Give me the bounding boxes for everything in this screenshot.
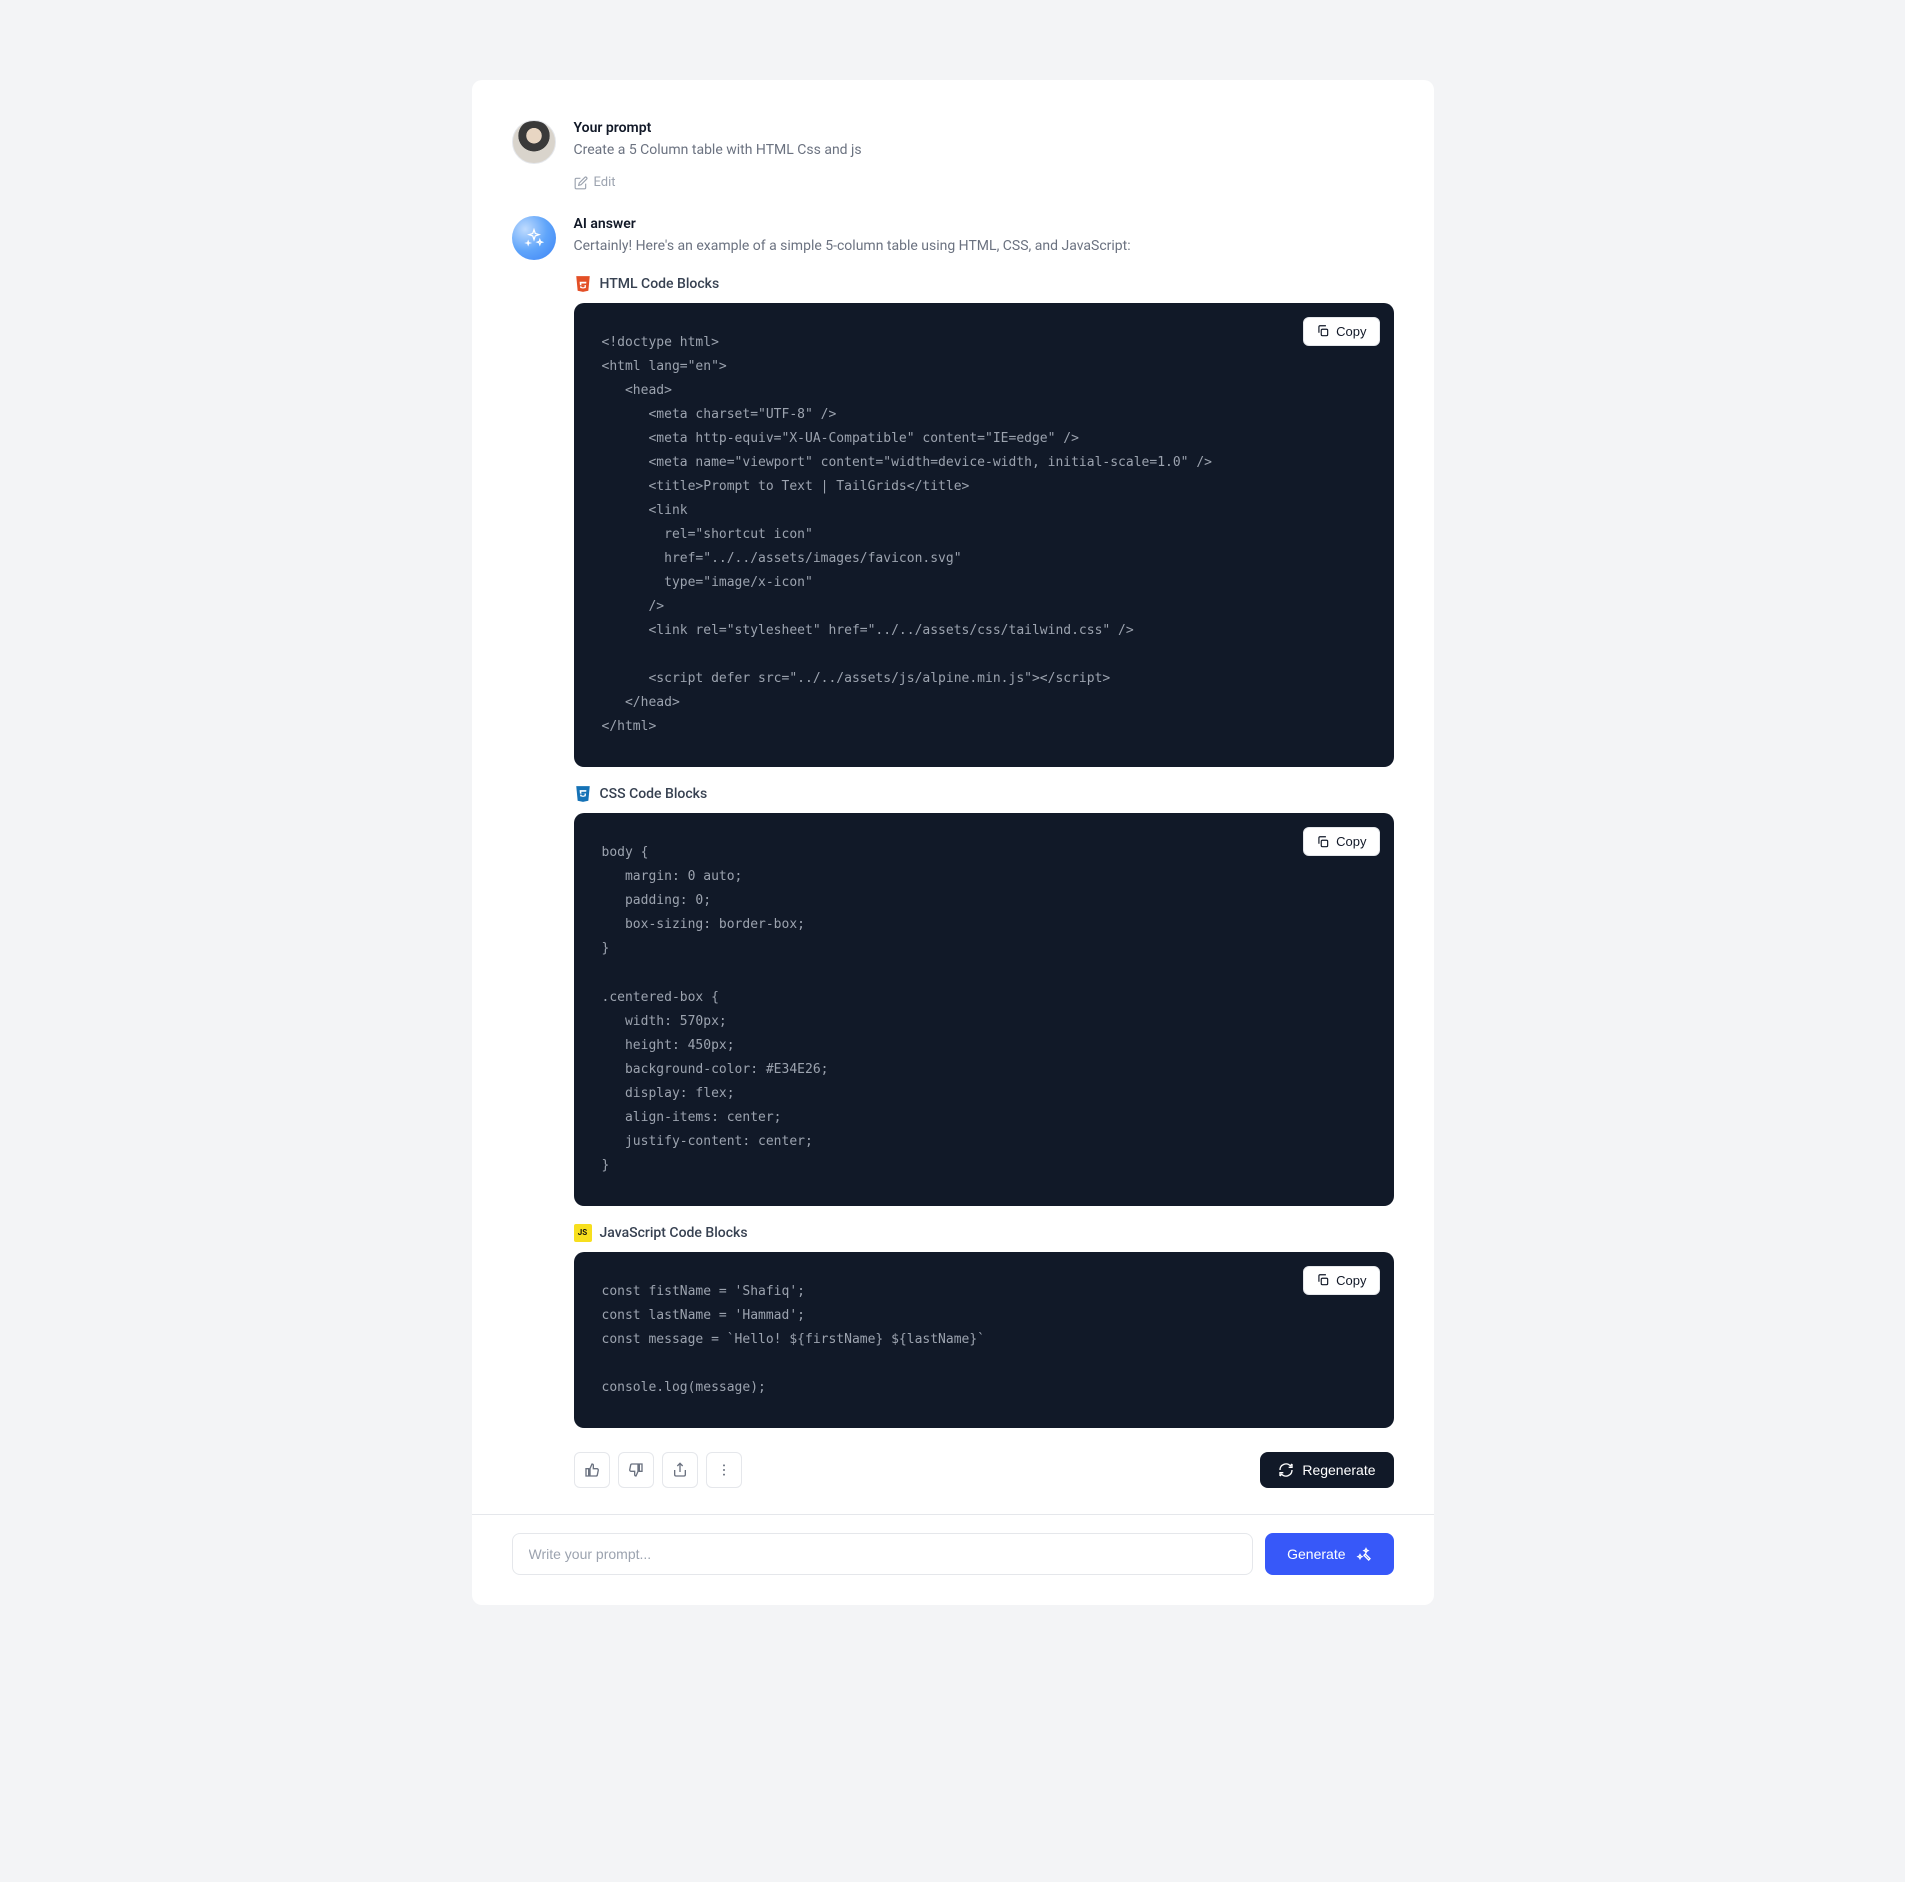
css-code[interactable]: body { margin: 0 auto; padding: 0; box-s… — [602, 841, 1366, 1178]
more-vertical-icon — [716, 1462, 732, 1478]
copy-icon — [1316, 1273, 1330, 1287]
thumbs-up-icon — [584, 1462, 600, 1478]
divider — [472, 1514, 1434, 1515]
edit-icon — [574, 176, 588, 190]
regenerate-label: Regenerate — [1302, 1462, 1375, 1478]
copy-button[interactable]: Copy — [1303, 1266, 1379, 1295]
chat-card: Your prompt Create a 5 Column table with… — [472, 80, 1434, 1605]
js-code[interactable]: const fistName = 'Shafiq'; const lastNam… — [602, 1280, 1366, 1400]
refresh-icon — [1278, 1462, 1294, 1478]
copy-button[interactable]: Copy — [1303, 317, 1379, 346]
ai-intro-text: Certainly! Here's an example of a simple… — [574, 236, 1394, 257]
edit-button[interactable]: Edit — [574, 175, 616, 190]
more-button[interactable] — [706, 1452, 742, 1488]
copy-label: Copy — [1336, 834, 1366, 849]
js-block-title-text: JavaScript Code Blocks — [600, 1225, 748, 1241]
sparkle-icon — [524, 228, 544, 248]
user-message-label: Your prompt — [574, 120, 1394, 136]
copy-icon — [1316, 324, 1330, 338]
share-button[interactable] — [662, 1452, 698, 1488]
css-block-title: CSS Code Blocks — [574, 785, 1394, 803]
generate-label: Generate — [1287, 1546, 1345, 1562]
html-code-block: Copy <!doctype html> <html lang="en"> <h… — [574, 303, 1394, 768]
thumbs-down-button[interactable] — [618, 1452, 654, 1488]
css3-icon — [574, 785, 592, 803]
copy-label: Copy — [1336, 1273, 1366, 1288]
html5-icon — [574, 275, 592, 293]
edit-label: Edit — [594, 175, 616, 190]
copy-label: Copy — [1336, 324, 1366, 339]
ai-message-body: AI answer Certainly! Here's an example o… — [574, 216, 1394, 1489]
css-code-block: Copy body { margin: 0 auto; padding: 0; … — [574, 813, 1394, 1206]
ai-message: AI answer Certainly! Here's an example o… — [512, 216, 1394, 1489]
ai-avatar — [512, 216, 556, 260]
html-block-title: HTML Code Blocks — [574, 275, 1394, 293]
user-message-body: Your prompt Create a 5 Column table with… — [574, 120, 1394, 194]
js-icon: JS — [574, 1224, 592, 1242]
ai-message-label: AI answer — [574, 216, 1394, 232]
magic-wand-icon — [1356, 1546, 1372, 1562]
js-code-block: Copy const fistName = 'Shafiq'; const la… — [574, 1252, 1394, 1428]
user-avatar — [512, 120, 556, 164]
actions-row: Regenerate — [574, 1452, 1394, 1488]
user-message: Your prompt Create a 5 Column table with… — [512, 120, 1394, 194]
copy-icon — [1316, 835, 1330, 849]
regenerate-button[interactable]: Regenerate — [1260, 1452, 1393, 1488]
prompt-input[interactable] — [512, 1533, 1254, 1575]
share-icon — [672, 1462, 688, 1478]
thumbs-down-icon — [628, 1462, 644, 1478]
copy-button[interactable]: Copy — [1303, 827, 1379, 856]
user-message-text: Create a 5 Column table with HTML Css an… — [574, 140, 1394, 161]
thumbs-up-button[interactable] — [574, 1452, 610, 1488]
css-block-title-text: CSS Code Blocks — [600, 786, 708, 802]
composer: Generate — [512, 1533, 1394, 1575]
html-block-title-text: HTML Code Blocks — [600, 276, 720, 292]
js-block-title: JS JavaScript Code Blocks — [574, 1224, 1394, 1242]
feedback-buttons — [574, 1452, 742, 1488]
html-code[interactable]: <!doctype html> <html lang="en"> <head> … — [602, 331, 1366, 740]
generate-button[interactable]: Generate — [1265, 1533, 1393, 1575]
